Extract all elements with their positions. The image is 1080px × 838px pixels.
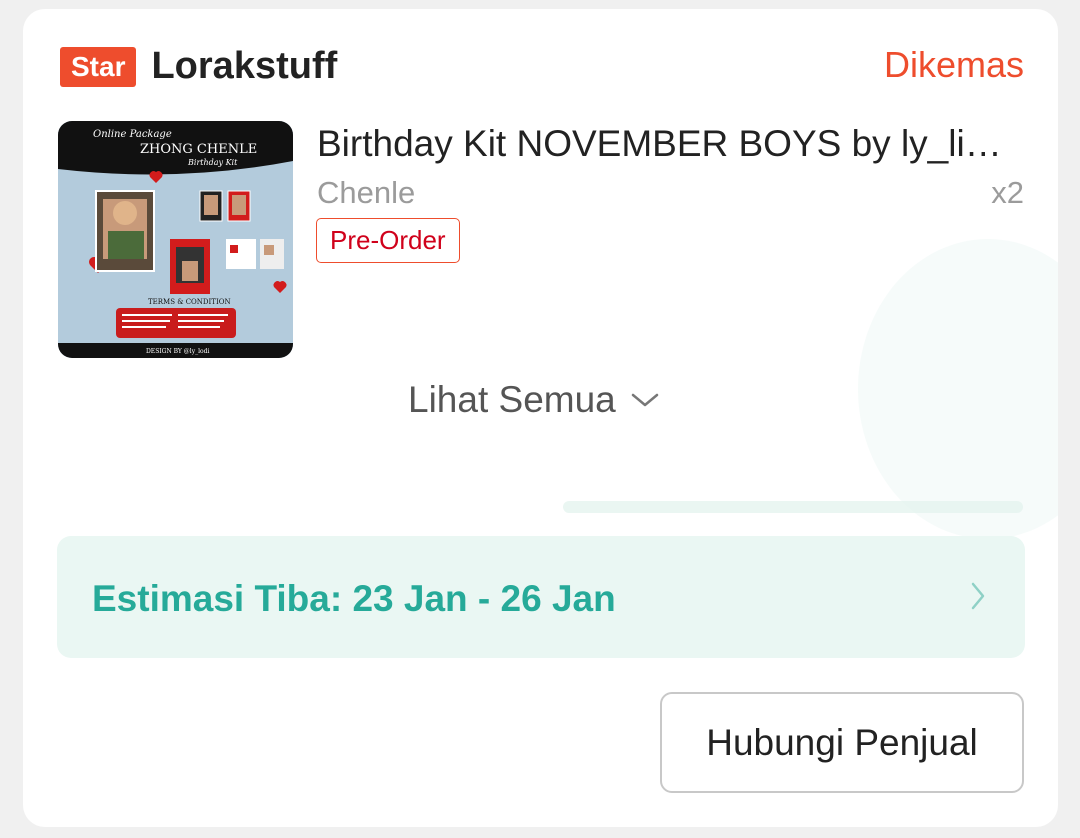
order-status: Dikemas bbox=[883, 44, 1024, 85]
star-seller-badge: Star bbox=[60, 46, 137, 87]
order-card: Star Lorakstuff Dikemas Online Package Z… bbox=[23, 9, 1058, 827]
product-title[interactable]: Birthday Kit NOVEMBER BOYS by ly_li… bbox=[317, 123, 1017, 165]
contact-seller-button[interactable]: Hubungi Penjual bbox=[660, 692, 1024, 793]
product-variant: Chenle bbox=[317, 175, 416, 210]
background-decoration-line bbox=[563, 501, 1023, 513]
product-image-script: Online Package bbox=[93, 129, 172, 140]
chevron-down-icon bbox=[631, 393, 658, 407]
see-all-button[interactable]: Lihat Semua bbox=[408, 379, 660, 421]
delivery-estimate-row[interactable]: Estimasi Tiba: 23 Jan - 26 Jan bbox=[57, 536, 1025, 658]
product-quantity: x2 bbox=[991, 175, 1024, 210]
product-thumbnail[interactable]: Online Package ZHONG CHENLE Birthday Kit bbox=[58, 121, 293, 358]
see-all-label: Lihat Semua bbox=[408, 379, 616, 420]
product-image-footer: DESIGN BY @ly_lodi bbox=[146, 348, 209, 355]
chevron-right-icon bbox=[971, 582, 985, 610]
delivery-estimate: Estimasi Tiba: 23 Jan - 26 Jan bbox=[92, 578, 616, 619]
preorder-tag: Pre-Order bbox=[316, 218, 460, 263]
product-image-title: ZHONG CHENLE bbox=[140, 142, 257, 157]
product-image-terms: TERMS & CONDITION bbox=[148, 298, 231, 306]
product-image-subtitle: Birthday Kit bbox=[187, 158, 238, 167]
background-decoration bbox=[858, 239, 1058, 539]
shop-name[interactable]: Lorakstuff bbox=[151, 45, 337, 88]
shop-header[interactable]: Star Lorakstuff bbox=[60, 45, 337, 88]
